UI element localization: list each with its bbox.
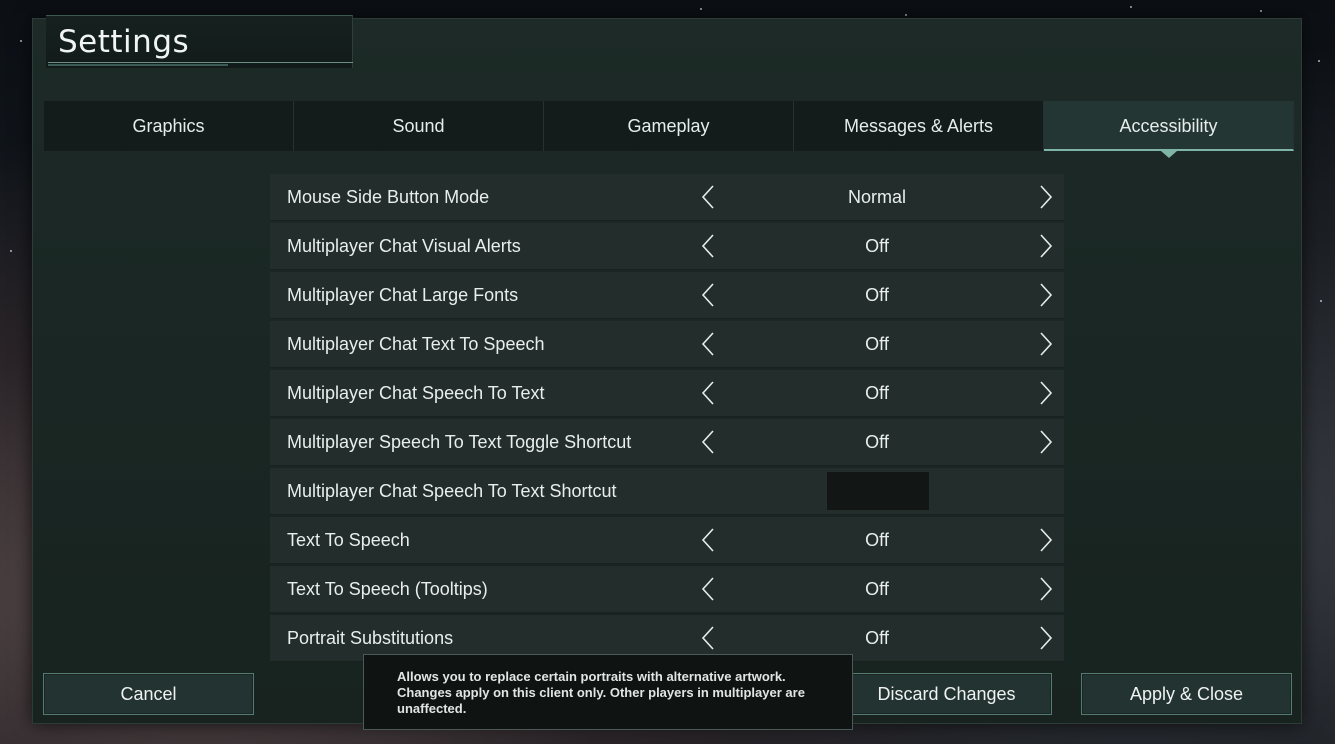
tab-messages-alerts[interactable]: Messages & Alerts — [794, 101, 1044, 151]
title-accent-line — [48, 64, 228, 66]
chevron-right-icon[interactable] — [1032, 626, 1056, 650]
chevron-left-icon[interactable] — [698, 381, 722, 405]
tooltip-line: unaffected. — [397, 701, 467, 716]
active-tab-indicator-icon — [1160, 151, 1177, 158]
chevron-left-icon[interactable] — [698, 577, 722, 601]
tab-label: Gameplay — [627, 116, 710, 136]
tab-bar: Graphics Sound Gameplay Messages & Alert… — [44, 101, 1294, 158]
settings-list: Mouse Side Button Mode Normal Multiplaye… — [270, 174, 1064, 664]
chevron-left-icon[interactable] — [698, 626, 722, 650]
tab-label: Accessibility — [1119, 116, 1218, 136]
setting-value: Normal — [847, 187, 906, 207]
chevron-right-icon[interactable] — [1032, 332, 1056, 356]
setting-value: Off — [865, 236, 889, 256]
setting-row-text-to-speech-tooltips: Text To Speech (Tooltips) Off — [270, 566, 1064, 613]
setting-value: Off — [865, 383, 889, 403]
setting-label: Multiplayer Chat Text To Speech — [287, 334, 545, 354]
tooltip-line: Allows you to replace certain portraits … — [397, 669, 786, 684]
cancel-button[interactable]: Cancel — [43, 673, 254, 715]
chevron-right-icon[interactable] — [1032, 577, 1056, 601]
chevron-left-icon[interactable] — [698, 185, 722, 209]
tab-label: Graphics — [132, 116, 205, 136]
tooltip: Allows you to replace certain portraits … — [363, 654, 853, 730]
tab-accessibility[interactable]: Accessibility — [1044, 101, 1294, 158]
chevron-right-icon[interactable] — [1032, 528, 1056, 552]
setting-row-chat-large-fonts: Multiplayer Chat Large Fonts Off — [270, 272, 1064, 319]
setting-label: Text To Speech — [287, 530, 410, 550]
setting-value: Off — [865, 334, 889, 354]
setting-row-chat-visual-alerts: Multiplayer Chat Visual Alerts Off — [270, 223, 1064, 270]
chevron-left-icon[interactable] — [698, 283, 722, 307]
setting-row-chat-speech-to-text: Multiplayer Chat Speech To Text Off — [270, 370, 1064, 417]
chevron-right-icon[interactable] — [1032, 234, 1056, 258]
tab-sound[interactable]: Sound — [294, 101, 544, 151]
tab-graphics[interactable]: Graphics — [44, 101, 294, 151]
setting-value: Off — [865, 432, 889, 452]
chevron-right-icon[interactable] — [1032, 185, 1056, 209]
setting-label: Multiplayer Chat Large Fonts — [287, 285, 519, 305]
page-title: Settings — [58, 24, 190, 60]
setting-label: Mouse Side Button Mode — [287, 187, 490, 207]
chevron-left-icon[interactable] — [698, 528, 722, 552]
setting-value: Off — [865, 530, 889, 550]
tooltip-line: Changes apply on this client only. Other… — [397, 685, 805, 700]
setting-row-speech-to-text-shortcut: Multiplayer Chat Speech To Text Shortcut — [270, 468, 1064, 515]
tab-label: Messages & Alerts — [843, 116, 994, 136]
setting-label: Multiplayer Speech To Text Toggle Shortc… — [287, 432, 632, 452]
setting-label: Text To Speech (Tooltips) — [287, 579, 488, 599]
setting-label: Multiplayer Chat Visual Alerts — [287, 236, 521, 256]
setting-row-text-to-speech: Text To Speech Off — [270, 517, 1064, 564]
title-box: Settings — [46, 15, 353, 68]
chevron-right-icon[interactable] — [1032, 430, 1056, 454]
setting-value: Off — [865, 579, 889, 599]
chevron-left-icon[interactable] — [698, 234, 722, 258]
chevron-right-icon[interactable] — [1032, 381, 1056, 405]
setting-value: Off — [865, 285, 889, 305]
setting-row-speech-toggle-shortcut: Multiplayer Speech To Text Toggle Shortc… — [270, 419, 1064, 466]
title-divider — [48, 62, 353, 63]
setting-row-mouse-side-button-mode: Mouse Side Button Mode Normal — [270, 174, 1064, 221]
chevron-right-icon[interactable] — [1032, 283, 1056, 307]
setting-label: Multiplayer Chat Speech To Text — [287, 383, 545, 403]
apply-close-button[interactable]: Apply & Close — [1081, 673, 1292, 715]
tab-gameplay[interactable]: Gameplay — [544, 101, 794, 151]
chevron-left-icon[interactable] — [698, 332, 722, 356]
tab-label: Sound — [392, 116, 445, 136]
discard-changes-button[interactable]: Discard Changes — [841, 673, 1052, 715]
chevron-left-icon[interactable] — [698, 430, 722, 454]
setting-label: Multiplayer Chat Speech To Text Shortcut — [287, 481, 617, 501]
setting-row-chat-text-to-speech: Multiplayer Chat Text To Speech Off — [270, 321, 1064, 368]
keybind-input[interactable] — [827, 472, 929, 510]
